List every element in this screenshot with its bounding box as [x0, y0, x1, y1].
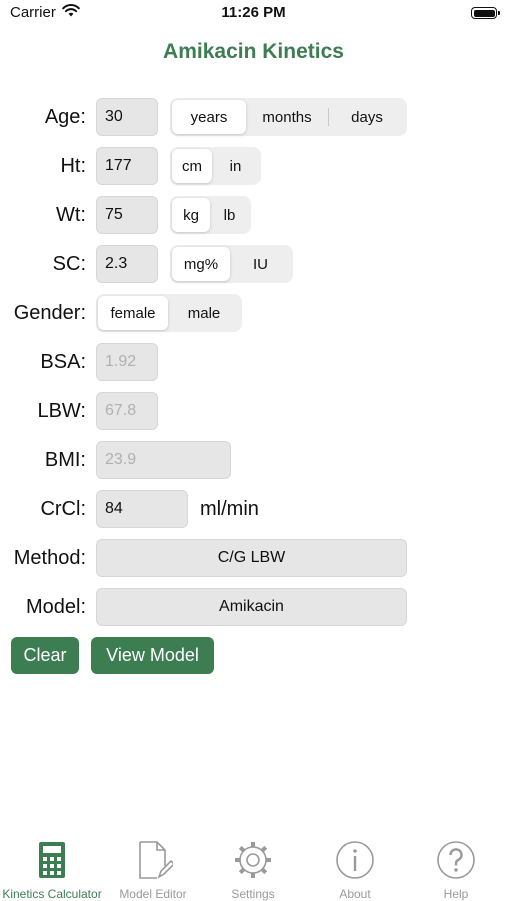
- tab-model-editor[interactable]: Model Editor: [103, 840, 203, 901]
- tab-label: Model Editor: [119, 887, 187, 901]
- weight-unit-lb[interactable]: lb: [210, 198, 249, 232]
- age-unit-years[interactable]: years: [172, 100, 246, 134]
- crcl-label: CrCl:: [40, 498, 86, 520]
- battery-icon: [471, 7, 500, 19]
- weight-unit-segment[interactable]: kg lb: [170, 196, 251, 234]
- tab-label: Kinetics Calculator: [2, 887, 102, 901]
- weight-input[interactable]: 75: [96, 196, 158, 234]
- tab-label: About: [339, 887, 371, 901]
- weight-label: Wt:: [56, 204, 86, 226]
- info-icon: [335, 840, 375, 885]
- age-input[interactable]: 30: [96, 98, 158, 136]
- age-unit-days[interactable]: days: [329, 100, 405, 134]
- page-title: Amikacin Kinetics: [163, 40, 344, 63]
- document-edit-icon: [133, 840, 176, 885]
- status-time: 11:26 PM: [221, 4, 286, 21]
- height-unit-cm[interactable]: cm: [172, 149, 212, 183]
- age-unit-segment[interactable]: years months days: [170, 98, 407, 136]
- question-icon: [436, 840, 476, 885]
- sc-unit-iu[interactable]: IU: [230, 247, 291, 281]
- tab-about[interactable]: About: [305, 840, 405, 901]
- tab-label: Help: [443, 887, 469, 901]
- model-selector[interactable]: Amikacin: [96, 588, 407, 626]
- tab-help[interactable]: Help: [406, 840, 506, 901]
- tab-kinetics-calculator[interactable]: Kinetics Calculator: [2, 840, 102, 901]
- height-label: Ht:: [60, 155, 86, 177]
- age-unit-months[interactable]: months: [246, 100, 328, 134]
- tab-settings[interactable]: Settings: [203, 840, 303, 901]
- gender-female[interactable]: female: [98, 296, 168, 330]
- height-input[interactable]: 177: [96, 147, 158, 185]
- bsa-output: 1.92: [96, 343, 158, 381]
- bsa-label: BSA:: [40, 351, 86, 373]
- sc-unit-segment[interactable]: mg% IU: [170, 245, 293, 283]
- sc-input[interactable]: 2.3: [96, 245, 158, 283]
- bmi-label: BMI:: [44, 449, 86, 471]
- height-unit-segment[interactable]: cm in: [170, 147, 261, 185]
- tab-label: Settings: [231, 887, 275, 901]
- gender-male[interactable]: male: [168, 296, 240, 330]
- calculator-icon: [37, 840, 67, 885]
- sc-unit-mg-percent[interactable]: mg%: [172, 247, 230, 281]
- model-label: Model:: [25, 596, 86, 618]
- crcl-input[interactable]: 84: [96, 490, 188, 528]
- view-model-button[interactable]: View Model: [91, 637, 214, 674]
- method-selector[interactable]: C/G LBW: [96, 539, 407, 577]
- gender-label: Gender:: [13, 302, 86, 324]
- crcl-unit: ml/min: [200, 498, 259, 520]
- sc-label: SC:: [52, 253, 86, 275]
- clear-button[interactable]: Clear: [11, 637, 79, 674]
- weight-unit-kg[interactable]: kg: [172, 198, 210, 232]
- bmi-output: 23.9: [96, 441, 231, 479]
- lbw-output: 67.8: [96, 392, 158, 430]
- gear-icon: [233, 840, 273, 885]
- age-label: Age:: [44, 106, 86, 128]
- lbw-label: LBW:: [37, 400, 86, 422]
- gender-segment[interactable]: female male: [96, 294, 242, 332]
- height-unit-in[interactable]: in: [212, 149, 259, 183]
- method-label: Method:: [13, 547, 86, 569]
